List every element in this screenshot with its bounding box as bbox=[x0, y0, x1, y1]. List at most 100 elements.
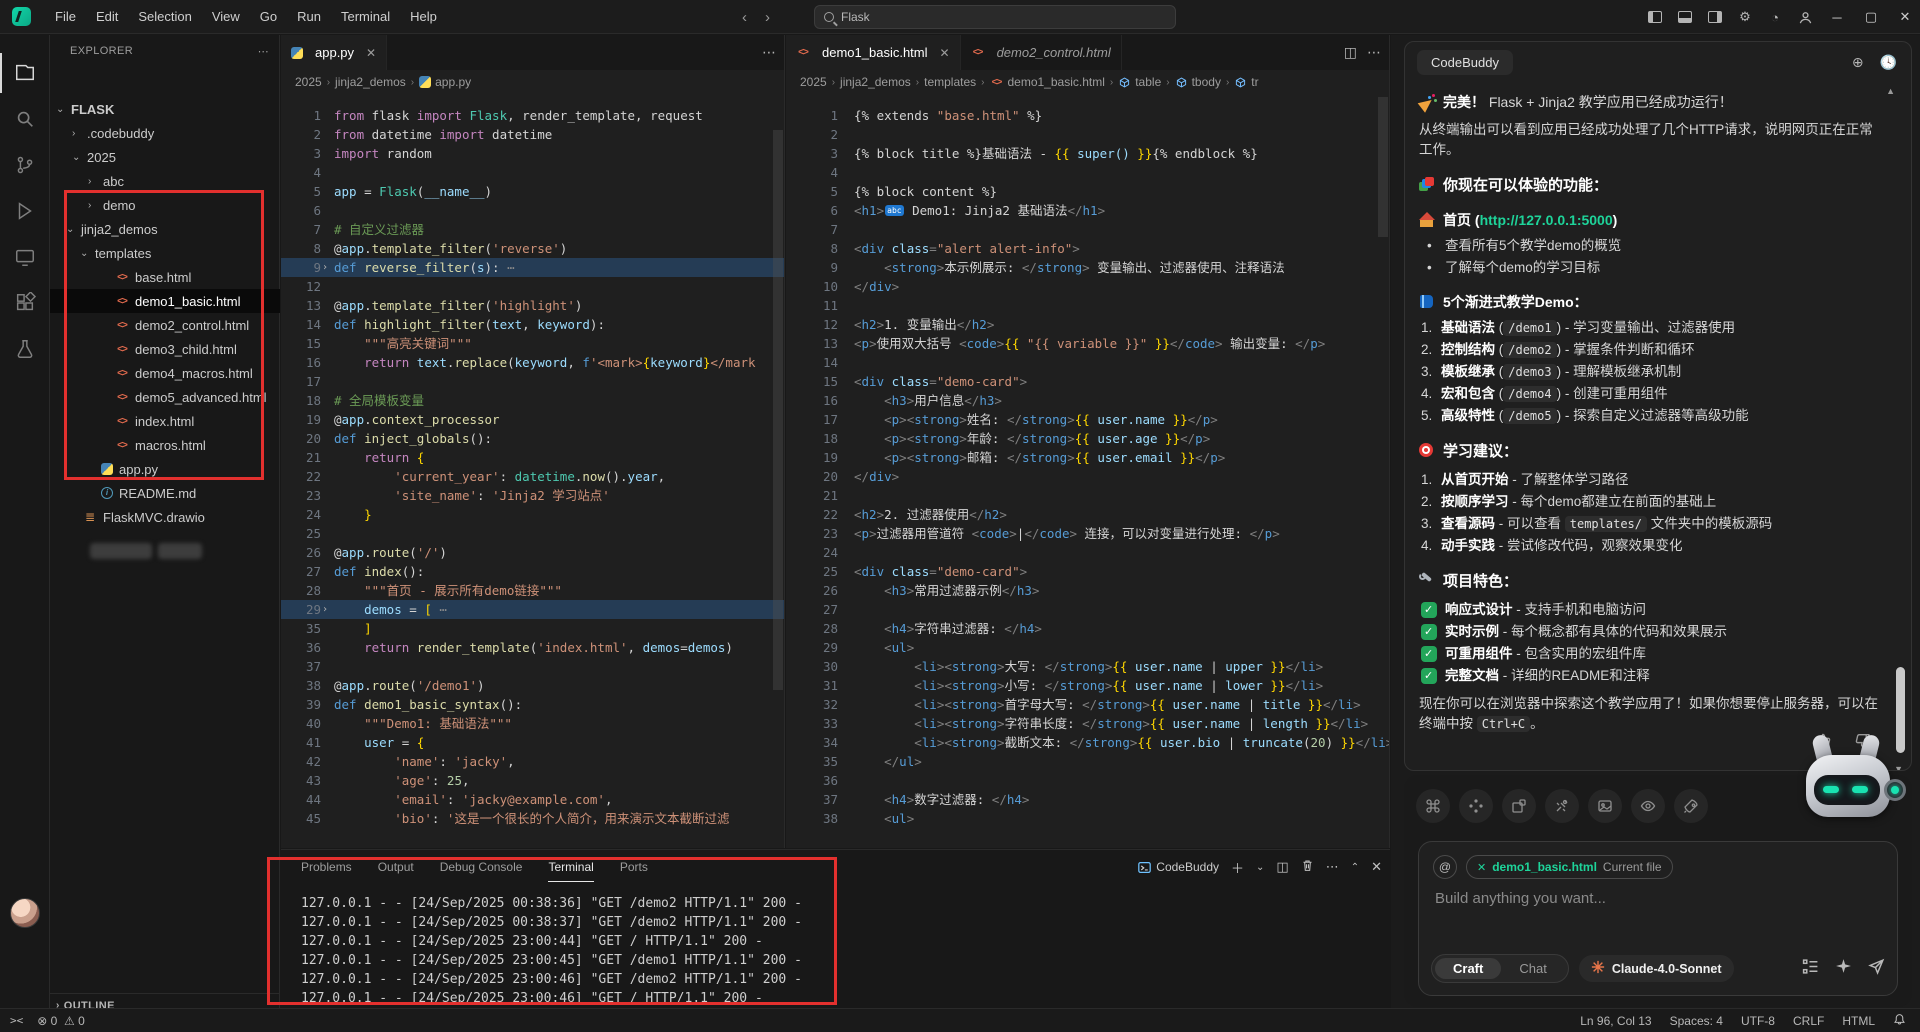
eye-icon[interactable] bbox=[1631, 789, 1665, 823]
settings-gear-icon[interactable]: ⚙ bbox=[1732, 4, 1758, 30]
remove-context-icon[interactable]: ✕ bbox=[1477, 861, 1486, 874]
close-tab-icon[interactable]: ✕ bbox=[366, 46, 376, 60]
new-chat-icon[interactable]: ⊕ bbox=[1852, 54, 1864, 71]
explorer-more-icon[interactable]: ⋯ bbox=[258, 45, 269, 58]
dots-icon[interactable] bbox=[1459, 789, 1493, 823]
context-file-chip[interactable]: ✕ demo1_basic.html Current file bbox=[1466, 855, 1673, 879]
enhance-prompt-icon[interactable] bbox=[1835, 958, 1852, 980]
search-icon[interactable] bbox=[0, 99, 50, 139]
terminal-instance-label[interactable]: CodeBuddy bbox=[1138, 860, 1219, 874]
tree-item--codebuddy[interactable]: ›.codebuddy bbox=[50, 121, 280, 145]
editor1-scrollbar[interactable] bbox=[773, 130, 783, 690]
send-icon[interactable] bbox=[1868, 958, 1885, 980]
kill-terminal-icon[interactable] bbox=[1301, 859, 1314, 875]
breadcrumb[interactable]: 2025›jinja2_demos›templates›<>demo1_basi… bbox=[786, 70, 1389, 94]
collapse-message-icon[interactable]: ▲ bbox=[1886, 86, 1895, 96]
editor2-scrollbar[interactable] bbox=[1378, 97, 1388, 237]
html-code-area[interactable]: 1{% extends "base.html" %}23{% block tit… bbox=[786, 94, 1389, 848]
tree-item-flask[interactable]: ⌄FLASK bbox=[50, 97, 280, 121]
close-button[interactable]: ✕ bbox=[1890, 0, 1920, 34]
mode-chat[interactable]: Chat bbox=[1501, 958, 1564, 979]
menu-terminal[interactable]: Terminal bbox=[331, 0, 400, 34]
status-ln[interactable]: Ln 96, Col 13 bbox=[1580, 1014, 1651, 1028]
user-avatar[interactable] bbox=[10, 898, 40, 928]
breadcrumb-item[interactable]: jinja2_demos bbox=[840, 75, 911, 89]
extensions-icon[interactable] bbox=[0, 283, 50, 323]
breadcrumb-item[interactable]: jinja2_demos bbox=[335, 75, 406, 89]
editor2-more-actions-icon[interactable]: ⋯ bbox=[1367, 44, 1381, 61]
rocket-icon[interactable] bbox=[1674, 789, 1708, 823]
remote-indicator-icon[interactable]: >< bbox=[10, 1014, 23, 1027]
copilot-icon[interactable]: ◔ bbox=[1762, 4, 1788, 30]
python-code-area[interactable]: 1from flask import Flask, render_templat… bbox=[281, 94, 784, 848]
menu-file[interactable]: File bbox=[45, 0, 86, 34]
layout-icon[interactable] bbox=[1502, 789, 1536, 823]
menu-run[interactable]: Run bbox=[287, 0, 331, 34]
history-icon[interactable]: 🕓 bbox=[1880, 54, 1897, 71]
tree-item-2025[interactable]: ⌄2025 bbox=[50, 145, 280, 169]
close-tab-icon[interactable]: ✕ bbox=[940, 46, 950, 60]
local-url-link[interactable]: http://127.0.0.1:5000 bbox=[1480, 212, 1613, 228]
maximize-panel-icon[interactable]: ⌃ bbox=[1351, 862, 1359, 873]
status-spaces[interactable]: Spaces: 4 bbox=[1670, 1014, 1723, 1028]
terminal-dropdown-icon[interactable]: ⌄ bbox=[1256, 862, 1264, 873]
problems-status[interactable]: ⊗ 0 ⚠ 0 bbox=[37, 1014, 85, 1028]
breadcrumb-item[interactable]: templates bbox=[924, 75, 976, 89]
command-icon[interactable] bbox=[1416, 789, 1450, 823]
status-utf-8[interactable]: UTF-8 bbox=[1741, 1014, 1775, 1028]
run-debug-icon[interactable] bbox=[0, 191, 50, 231]
chat-input-placeholder[interactable]: Build anything you want... bbox=[1435, 890, 1606, 907]
breadcrumb-item[interactable]: tr bbox=[1234, 75, 1258, 89]
breadcrumb-item[interactable]: 2025 bbox=[295, 75, 322, 89]
menu-view[interactable]: View bbox=[202, 0, 250, 34]
plug-icon[interactable] bbox=[1545, 789, 1579, 823]
breadcrumb-item[interactable]: tbody bbox=[1175, 75, 1221, 89]
menu-go[interactable]: Go bbox=[250, 0, 287, 34]
tab-app-py[interactable]: app.py ✕ bbox=[281, 35, 387, 70]
status-html[interactable]: HTML bbox=[1842, 1014, 1875, 1028]
minimize-button[interactable]: ─ bbox=[1822, 0, 1852, 34]
model-selector[interactable]: Claude-4.0-Sonnet bbox=[1579, 955, 1734, 982]
fold-chevron-icon[interactable]: › bbox=[322, 600, 334, 619]
new-terminal-icon[interactable]: ＋ bbox=[1231, 858, 1244, 877]
image-icon[interactable] bbox=[1588, 789, 1622, 823]
mention-icon[interactable]: @ bbox=[1433, 855, 1457, 879]
nav-forward-icon[interactable]: › bbox=[765, 9, 770, 26]
close-panel-icon[interactable]: ✕ bbox=[1371, 859, 1382, 875]
tab-demo1-basic-html[interactable]: <>demo1_basic.html✕ bbox=[786, 35, 961, 70]
nav-back-icon[interactable]: ‹ bbox=[742, 9, 747, 26]
breadcrumb-item[interactable]: <>demo1_basic.html bbox=[989, 75, 1104, 89]
breadcrumb-item[interactable]: app.py bbox=[419, 75, 471, 89]
chat-title-tab[interactable]: CodeBuddy bbox=[1417, 50, 1513, 75]
split-terminal-icon[interactable]: ◫ bbox=[1276, 859, 1288, 875]
split-editor-icon[interactable]: ◫ bbox=[1344, 44, 1357, 61]
task-list-icon[interactable] bbox=[1802, 958, 1819, 980]
fold-chevron-icon[interactable]: › bbox=[322, 258, 334, 277]
breadcrumb[interactable]: 2025›jinja2_demos›app.py bbox=[281, 70, 784, 94]
toggle-panel-icon[interactable] bbox=[1672, 4, 1698, 30]
breadcrumb-item[interactable]: 2025 bbox=[800, 75, 827, 89]
mode-craft[interactable]: Craft bbox=[1435, 958, 1501, 979]
source-control-icon[interactable] bbox=[0, 145, 50, 185]
tree-item-readme-md[interactable]: iREADME.md bbox=[50, 481, 280, 505]
command-search-input[interactable]: Flask bbox=[814, 5, 1176, 29]
breadcrumb-item[interactable]: table bbox=[1118, 75, 1161, 89]
menu-help[interactable]: Help bbox=[400, 0, 447, 34]
toggle-sidebar-icon[interactable] bbox=[1642, 4, 1668, 30]
menu-selection[interactable]: Selection bbox=[128, 0, 201, 34]
chat-input-card[interactable]: @ ✕ demo1_basic.html Current file Build … bbox=[1418, 841, 1898, 996]
remote-icon[interactable] bbox=[0, 237, 50, 277]
notifications-bell-icon[interactable] bbox=[1893, 1013, 1906, 1029]
menu-edit[interactable]: Edit bbox=[86, 0, 128, 34]
account-icon[interactable] bbox=[1792, 4, 1818, 30]
editor1-more-actions-icon[interactable]: ⋯ bbox=[762, 44, 776, 61]
status-crlf[interactable]: CRLF bbox=[1793, 1014, 1824, 1028]
tab-demo2-control-html[interactable]: <>demo2_control.html bbox=[961, 35, 1122, 70]
test-beaker-icon[interactable] bbox=[0, 329, 50, 369]
explorer-icon[interactable] bbox=[0, 53, 50, 93]
mode-switch[interactable]: Craft Chat bbox=[1431, 954, 1569, 983]
toggle-secondary-sidebar-icon[interactable] bbox=[1702, 4, 1728, 30]
panel-more-icon[interactable]: ⋯ bbox=[1326, 859, 1339, 875]
tree-item-flaskmvc-drawio[interactable]: ≣FlaskMVC.drawio bbox=[50, 505, 280, 529]
maximize-button[interactable]: ▢ bbox=[1856, 0, 1886, 34]
